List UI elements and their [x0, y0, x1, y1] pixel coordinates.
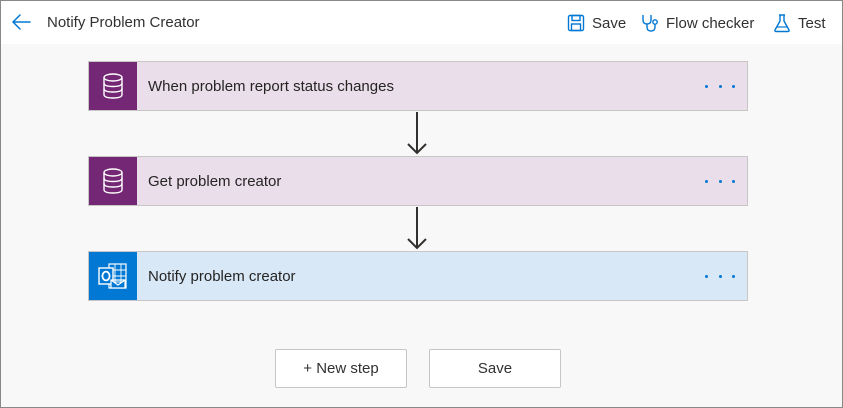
flow-step-trigger[interactable]: When problem report status changes	[88, 61, 748, 111]
more-options-icon[interactable]	[705, 171, 735, 191]
connector-arrow-icon	[407, 207, 427, 250]
step-title: Notify problem creator	[148, 267, 296, 285]
flow-step-get-creator[interactable]: Get problem creator	[88, 156, 748, 206]
more-options-icon[interactable]	[705, 266, 735, 286]
more-options-icon[interactable]	[705, 76, 735, 96]
test-label: Test	[798, 14, 826, 32]
flow-title: Notify Problem Creator	[47, 14, 200, 31]
save-command-label: Save	[592, 14, 627, 32]
test-button[interactable]: Test	[772, 11, 826, 35]
flow-checker-label: Flow checker	[666, 14, 755, 32]
outlook-icon	[89, 252, 137, 300]
database-icon	[89, 62, 137, 110]
stethoscope-icon	[640, 13, 660, 33]
database-icon	[89, 157, 137, 205]
save-button[interactable]: Save	[429, 349, 561, 388]
save-icon	[566, 13, 586, 33]
step-title: Get problem creator	[148, 172, 282, 190]
flask-icon	[772, 13, 792, 33]
save-command-button[interactable]: Save	[566, 11, 626, 35]
flow-checker-button[interactable]: Flow checker	[640, 11, 754, 35]
new-step-button[interactable]: + New step	[275, 349, 407, 388]
command-bar: Notify Problem Creator Save Flow checker	[1, 1, 842, 44]
connector-arrow-icon	[407, 112, 427, 155]
step-title: When problem report status changes	[148, 77, 394, 95]
back-arrow-icon[interactable]	[10, 11, 32, 33]
flow-step-notify[interactable]: Notify problem creator	[88, 251, 748, 301]
